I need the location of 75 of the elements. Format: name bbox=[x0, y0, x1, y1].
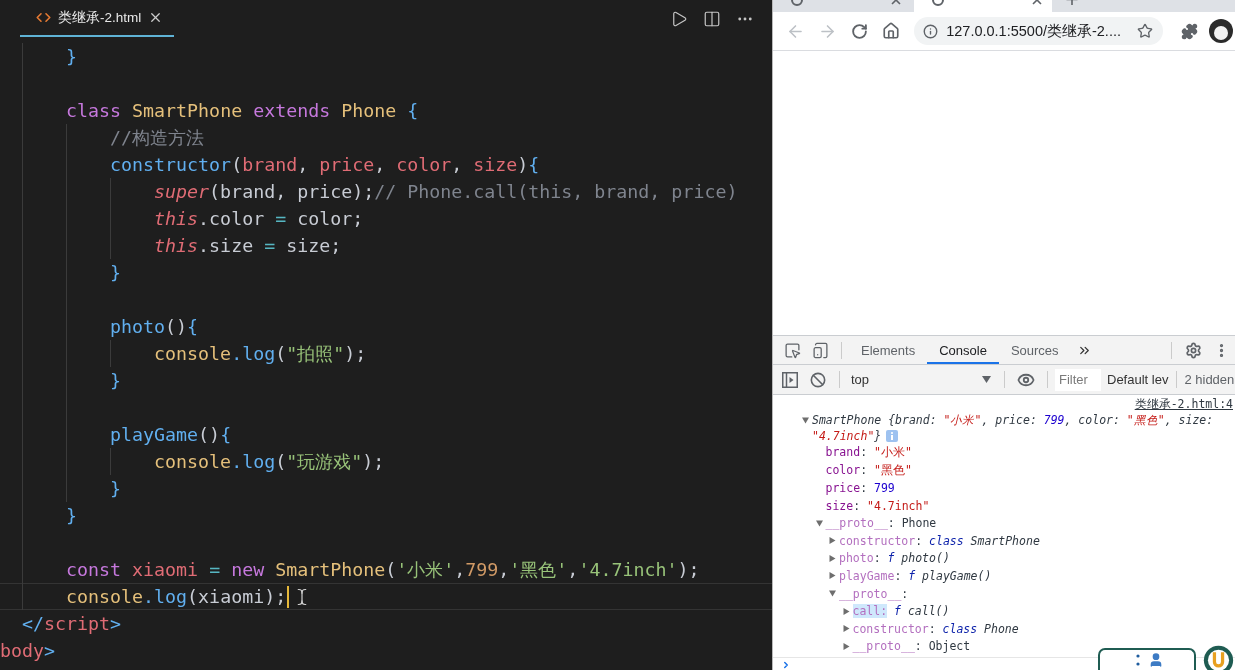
browser-tab[interactable] bbox=[914, 0, 1052, 12]
settings-icon[interactable] bbox=[1184, 341, 1202, 359]
code-line: } bbox=[66, 505, 78, 526]
avatar-icon[interactable] bbox=[1209, 19, 1234, 43]
code-line: this.color = color; bbox=[154, 208, 364, 229]
person-icon bbox=[1148, 652, 1164, 668]
home-icon[interactable] bbox=[882, 22, 901, 40]
property-text: __proto__: Object bbox=[852, 639, 971, 654]
code-line: playGame(){ bbox=[110, 424, 232, 445]
property-text: photo: f photo() bbox=[839, 551, 950, 566]
code-line: } bbox=[110, 478, 122, 499]
property-text: __proto__: Phone bbox=[825, 516, 937, 531]
code-line: photo(){ bbox=[110, 316, 199, 337]
disclosure-triangle-icon[interactable] bbox=[829, 572, 836, 580]
disclosure-triangle-icon[interactable] bbox=[815, 519, 823, 527]
property-text: constructor: class SmartPhone bbox=[839, 533, 1040, 548]
hidden-messages-count: 2 hidden bbox=[1183, 372, 1235, 387]
code-line: constructor(brand, price, color, size){ bbox=[110, 154, 540, 175]
code-line: super(brand, price);// Phone.call(this, brand, price) bbox=[154, 181, 738, 202]
dots-icon bbox=[1136, 654, 1140, 666]
context-select[interactable]: top bbox=[847, 366, 997, 393]
property-text: color: "黑色" bbox=[825, 462, 912, 478]
object-summary: SmartPhone {brand: "小米", price: 799, color: "黑色", size: bbox=[812, 413, 1214, 429]
split-editor-icon[interactable] bbox=[703, 9, 721, 28]
code-line: } bbox=[110, 370, 122, 391]
ime-toolbar[interactable] bbox=[1098, 648, 1196, 670]
code-line: console.log("拍照"); bbox=[154, 342, 367, 366]
code-line: } bbox=[66, 46, 78, 67]
text-caret bbox=[287, 585, 290, 608]
source-link[interactable]: 类继承-2.html:4 bbox=[1134, 395, 1233, 413]
disclosure-triangle-icon[interactable] bbox=[802, 417, 809, 425]
disclosure-triangle-icon[interactable] bbox=[829, 537, 836, 545]
disclosure-triangle-icon[interactable] bbox=[829, 554, 836, 562]
run-icon[interactable] bbox=[670, 9, 688, 28]
code-file-icon bbox=[36, 10, 51, 25]
address-bar[interactable]: 127.0.0.1:5500/类继承-2.... bbox=[914, 17, 1164, 45]
code-line: this.size = size; bbox=[154, 235, 342, 256]
device-toolbar-icon[interactable] bbox=[811, 341, 829, 359]
bookmark-star-icon[interactable] bbox=[1137, 23, 1154, 39]
filter-field[interactable]: Filter bbox=[1055, 368, 1101, 391]
dropdown-caret-icon bbox=[982, 376, 991, 383]
extensions-icon[interactable] bbox=[1180, 22, 1198, 40]
prompt-chevron-icon bbox=[781, 660, 791, 670]
info-icon[interactable] bbox=[923, 23, 939, 39]
disclosure-triangle-icon[interactable] bbox=[842, 625, 850, 633]
code-line: class SmartPhone extends Phone { bbox=[66, 100, 419, 121]
code-line: } bbox=[110, 262, 122, 283]
property-text: playGame: f playGame() bbox=[839, 568, 992, 583]
devtools-tab[interactable]: Elements bbox=[849, 336, 928, 364]
devtools-tab[interactable]: Sources bbox=[998, 336, 1071, 364]
property-text: call: f call() bbox=[852, 604, 950, 619]
inspect-icon[interactable] bbox=[783, 341, 801, 359]
code-line: console.log("玩游戏"); bbox=[154, 450, 385, 474]
clear-console-icon[interactable] bbox=[810, 371, 826, 388]
reload-icon[interactable] bbox=[851, 22, 868, 40]
disclosure-triangle-icon[interactable] bbox=[842, 642, 850, 650]
disclosure-triangle-icon[interactable] bbox=[829, 590, 836, 598]
property-text: __proto__: bbox=[839, 586, 909, 601]
property-text: size: "4.7inch" bbox=[825, 498, 930, 513]
close-icon[interactable] bbox=[1032, 0, 1042, 5]
disclosure-triangle-icon[interactable] bbox=[842, 607, 850, 615]
object-summary: "4.7inch"} bbox=[812, 428, 882, 444]
code-line: console.log(xiaomi); bbox=[66, 586, 287, 607]
property-text: brand: "小米" bbox=[825, 445, 912, 461]
tab-favicon-icon bbox=[932, 0, 944, 6]
levels-dropdown[interactable]: Default lev bbox=[1101, 368, 1175, 391]
code-line: //构造方法 bbox=[110, 126, 205, 150]
code-line: const xiaomi = new SmartPhone('小米',799,'黑色','4.7inch'); bbox=[66, 558, 700, 582]
close-icon[interactable] bbox=[891, 0, 901, 5]
property-text: price: 799 bbox=[825, 481, 895, 495]
tab-favicon-icon bbox=[791, 0, 803, 6]
code-line: </script> bbox=[22, 613, 122, 634]
code-line: body> bbox=[0, 640, 56, 661]
sidebar-toggle-icon[interactable] bbox=[782, 371, 798, 388]
property-text: constructor: class Phone bbox=[852, 621, 1019, 636]
